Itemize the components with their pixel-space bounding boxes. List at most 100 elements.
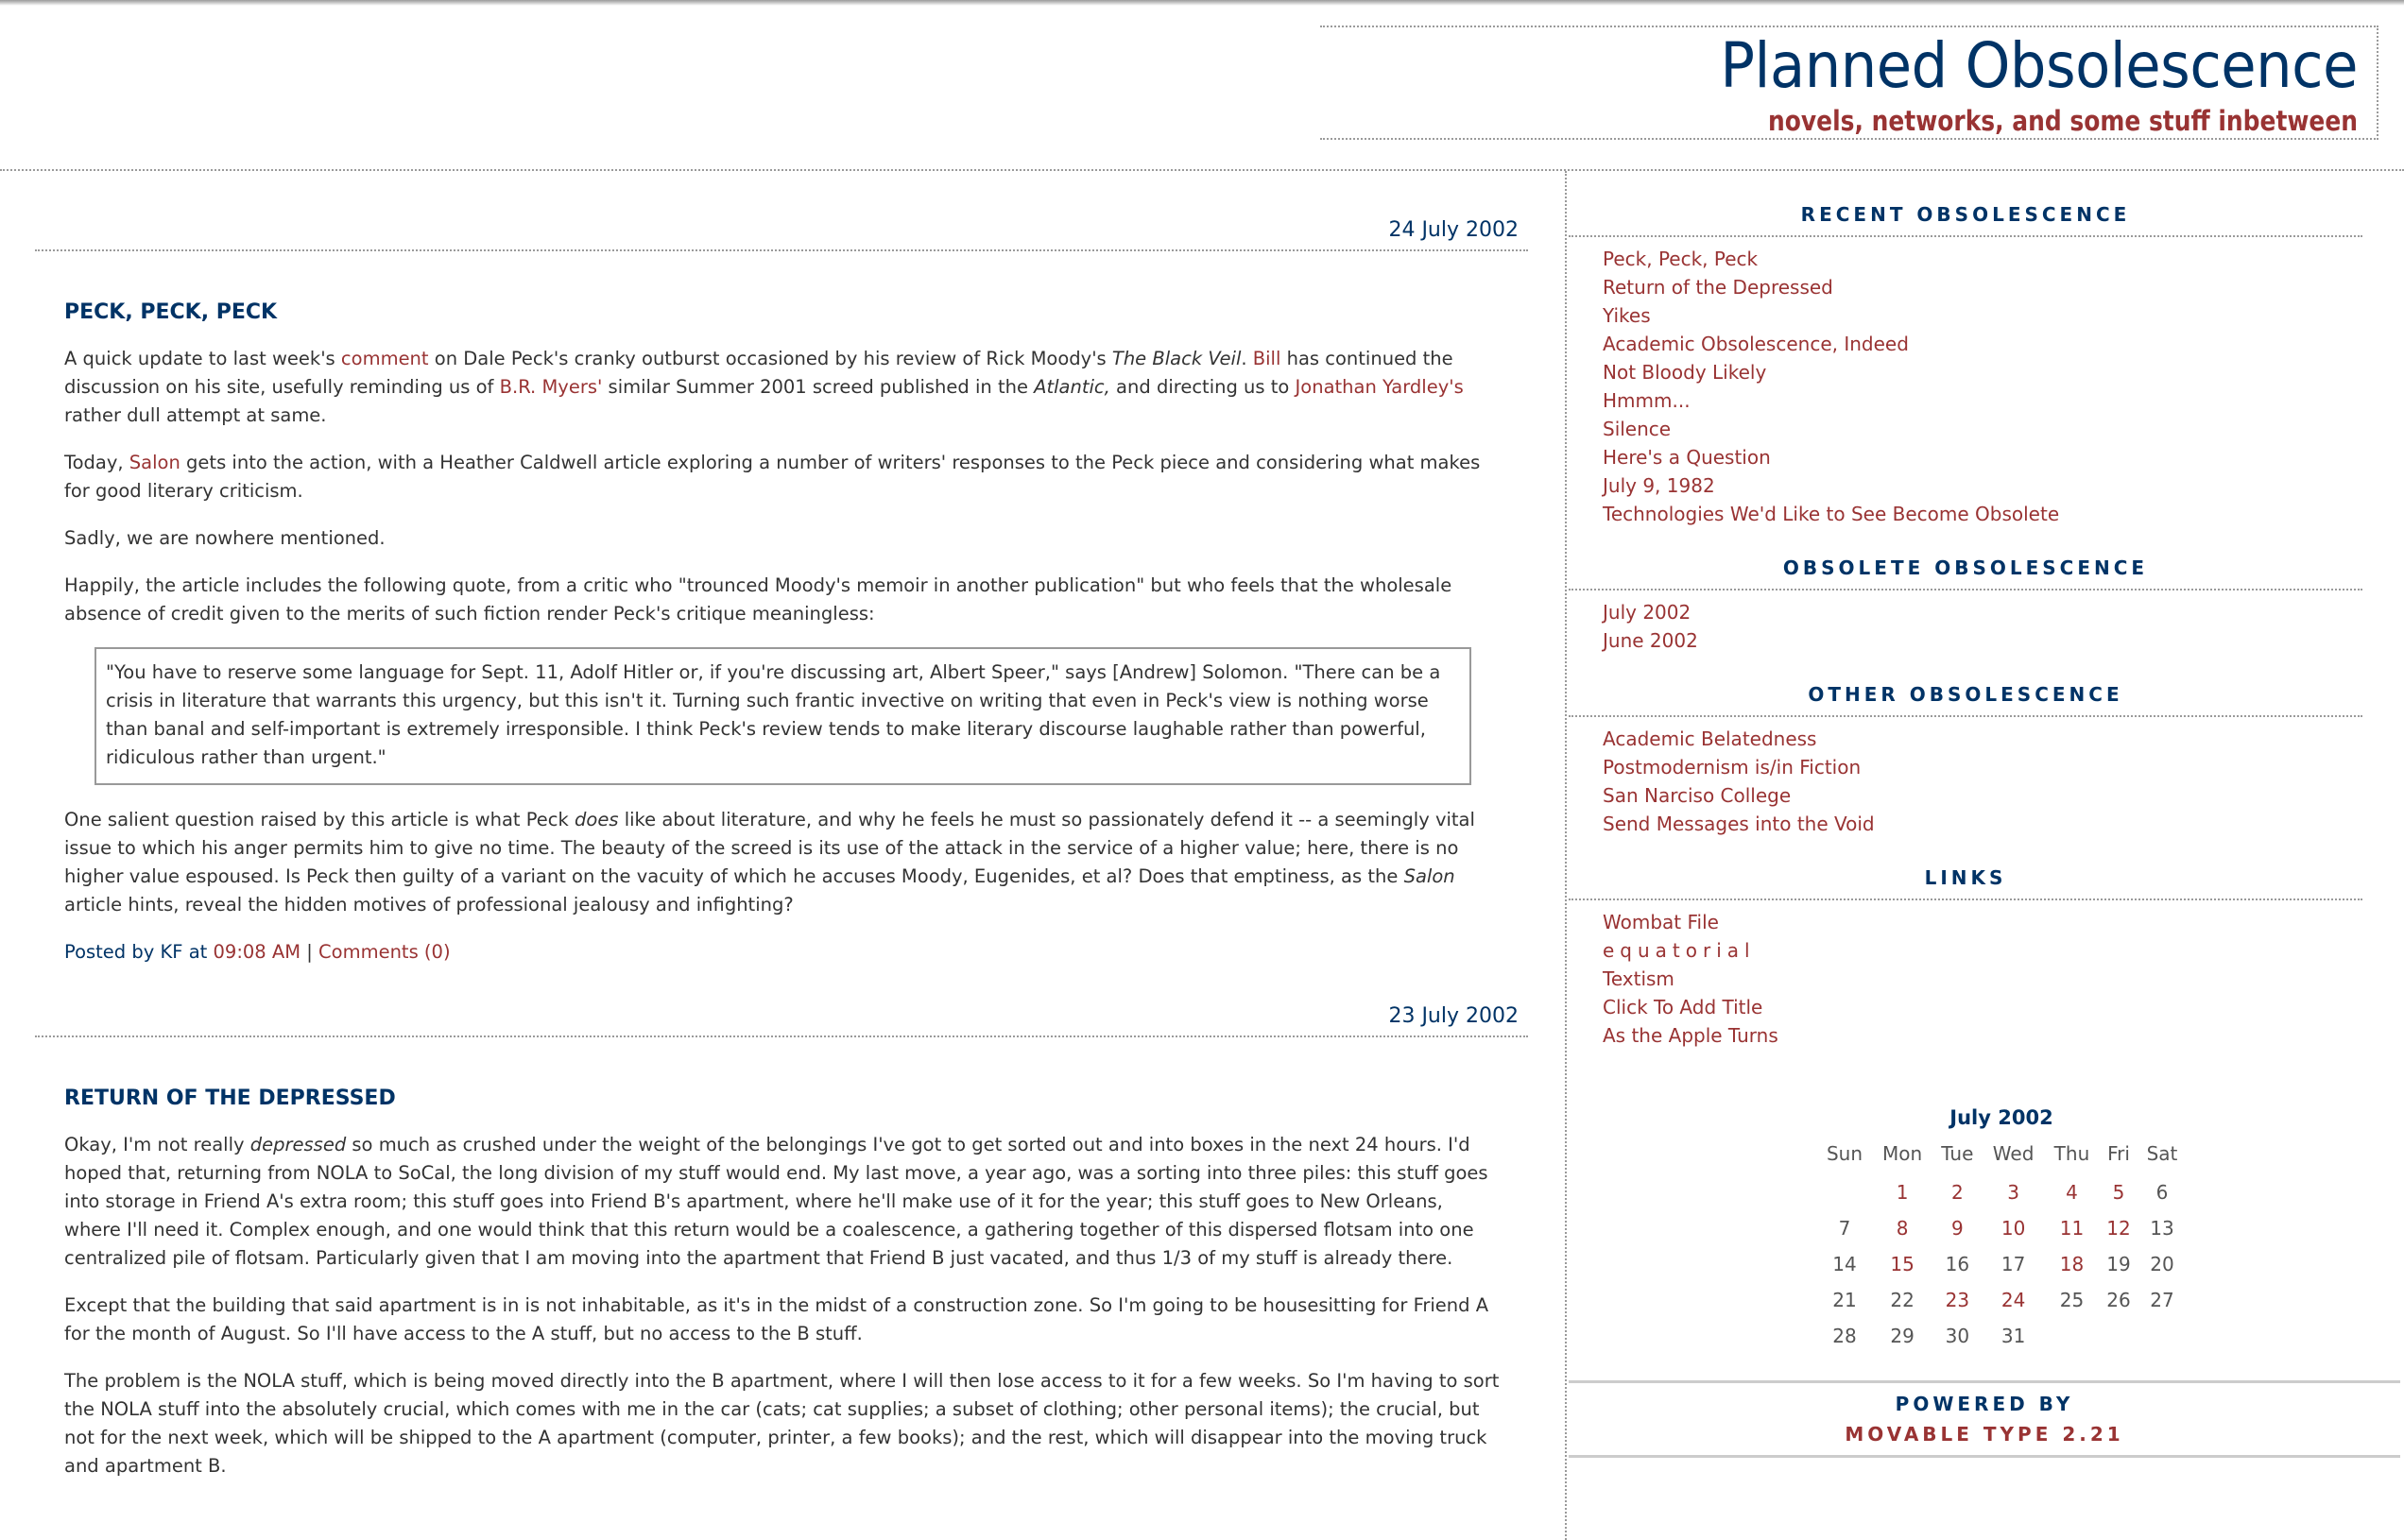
calendar-day-link[interactable]: 5 (2099, 1174, 2138, 1210)
calendar-day-link[interactable]: 18 (2045, 1246, 2099, 1282)
calendar-empty-cell (2138, 1318, 2186, 1354)
list-item: Academic Belatedness (1603, 725, 2362, 753)
calendar-table: Sun Mon Tue Wed Thu Fri Sat 1 2 3 4 5 6 7 8 9 10 11 12 13 1… (1817, 1138, 2186, 1354)
calendar-week: 7 8 9 10 11 12 13 (1817, 1210, 2186, 1246)
quote-text: "You have to reserve some language for S… (106, 661, 1441, 768)
recent-entry-link[interactable]: Academic Obsolescence, Indeed (1603, 333, 1909, 355)
calendar-day: 25 (2059, 1289, 2085, 1311)
calendar-week: 28 29 30 31 (1817, 1318, 2186, 1354)
calendar-weekday: Wed (1992, 1142, 2035, 1165)
recent-entry-link[interactable]: Hmmm... (1603, 389, 1691, 412)
date-header: 24 July 2002 (35, 171, 1528, 251)
recent-entry-link[interactable]: Here's a Question (1603, 446, 1771, 469)
emphasis: does (575, 809, 619, 830)
calendar-day-link[interactable]: 24 (1982, 1282, 2044, 1318)
movable-type-link[interactable]: MOVABLE TYPE 2.21 (1569, 1423, 2400, 1446)
permalink-time[interactable]: 09:08 AM (214, 941, 301, 963)
calendar-empty-cell (2045, 1318, 2099, 1354)
post-paragraph: Happily, the article includes the follow… (64, 574, 1452, 625)
blogroll-link[interactable]: Textism (1603, 967, 1674, 990)
calendar-day: 29 (1890, 1325, 1915, 1347)
list-item: Hmmm... (1603, 386, 2362, 415)
post-paragraph: The problem is the NOLA stuff, which is … (64, 1370, 1500, 1477)
calendar-day: 19 (2106, 1253, 2131, 1275)
recent-entry-link[interactable]: Peck, Peck, Peck (1603, 248, 1758, 270)
list-item: Click To Add Title (1603, 993, 2362, 1021)
sidebar-heading-other: OTHER OBSOLESCENCE (1569, 683, 2362, 717)
list-item: July 9, 1982 (1603, 471, 2362, 500)
other-link[interactable]: Academic Belatedness (1603, 727, 1816, 750)
window-top-shadow (0, 0, 2404, 6)
calendar-day: 6 (2155, 1181, 2169, 1204)
calendar-week: 14 15 16 17 18 19 20 (1817, 1246, 2186, 1282)
bill-link[interactable]: Bill (1253, 348, 1281, 369)
other-list: Academic Belatedness Postmodernism is/in … (1569, 725, 2362, 838)
list-item: Send Messages into the Void (1603, 810, 2362, 838)
list-item: equatorial (1603, 936, 2362, 965)
text: Okay, I'm not really (64, 1134, 250, 1155)
calendar: July 2002 Sun Mon Tue Wed Thu Fri Sat 12345678… (1817, 1106, 2186, 1354)
emphasis: depressed (249, 1134, 347, 1155)
book-title: The Black Veil (1111, 348, 1242, 369)
recent-entry-link[interactable]: July 9, 1982 (1603, 474, 1715, 497)
text: Today, (64, 452, 129, 473)
site-banner: Planned Obsolescence novels, networks, a… (1320, 26, 2378, 140)
calendar-day: 13 (2150, 1217, 2174, 1240)
list-item: June 2002 (1603, 626, 2362, 655)
calendar-day-link[interactable]: 15 (1872, 1246, 1932, 1282)
archive-link[interactable]: July 2002 (1603, 601, 1691, 624)
site-title[interactable]: Planned Obsolescence (1403, 35, 2358, 97)
post-paragraph: Okay, I'm not really depressed so much a… (64, 1131, 1500, 1273)
post-paragraph: Today, Salon gets into the action, with … (64, 449, 1500, 505)
jonathan-yardley-link[interactable]: Jonathan Yardley's (1296, 376, 1464, 398)
calendar-day-link[interactable]: 9 (1932, 1210, 1982, 1246)
comments-link[interactable]: Comments (0) (318, 941, 451, 963)
posted-by: Posted by KF at (64, 941, 214, 963)
salon-link[interactable]: Salon (129, 452, 180, 473)
br-myers-link[interactable]: B.R. Myers' (500, 376, 603, 398)
calendar-day-link[interactable]: 23 (1932, 1282, 1982, 1318)
calendar-day: 7 (1838, 1217, 1851, 1240)
recent-entry-link[interactable]: Silence (1603, 418, 1671, 440)
calendar-day-link[interactable]: 12 (2099, 1210, 2138, 1246)
list-item: Textism (1603, 965, 2362, 993)
calendar-day-link[interactable]: 8 (1872, 1210, 1932, 1246)
archive-link[interactable]: June 2002 (1603, 629, 1698, 652)
blogroll-link[interactable]: Click To Add Title (1603, 996, 1762, 1018)
recent-entry-link[interactable]: Technologies We'd Like to See Become Obs… (1603, 503, 2059, 525)
date-header: 23 July 2002 (35, 967, 1528, 1037)
calendar-title: July 2002 (1949, 1106, 2053, 1129)
list-item: As the Apple Turns (1603, 1021, 2362, 1050)
calendar-day-link[interactable]: 4 (2045, 1174, 2099, 1210)
other-link[interactable]: San Narciso College (1603, 784, 1791, 807)
calendar-day: 30 (1945, 1325, 1970, 1347)
site-tagline: novels, networks, and some stuff inbetwe… (1768, 105, 2358, 137)
calendar-day: 20 (2150, 1253, 2174, 1275)
recent-entries-list: Peck, Peck, Peck Return of the Depressed Y… (1569, 245, 2362, 528)
powered-by-label: POWERED BY (1895, 1393, 2074, 1415)
calendar-day-link[interactable]: 3 (1982, 1174, 2044, 1210)
recent-entry-link[interactable]: Not Bloody Likely (1603, 361, 1766, 384)
recent-entry-link[interactable]: Return of the Depressed (1603, 276, 1833, 299)
post-title: RETURN OF THE DEPRESSED (64, 1087, 396, 1110)
calendar-weekday: Sun (1826, 1142, 1863, 1165)
other-link[interactable]: Postmodernism is/in Fiction (1603, 756, 1861, 779)
post-title: PECK, PECK, PECK (64, 300, 278, 324)
links-list: Wombat File equatorial Textism Click To Add… (1569, 908, 2362, 1050)
calendar-day-link[interactable]: 1 (1872, 1174, 1932, 1210)
comment-link[interactable]: comment (341, 348, 429, 369)
calendar-day: 21 (1832, 1289, 1857, 1311)
post-paragraph: Except that the building that said apart… (64, 1294, 1489, 1344)
publication-name: Salon (1403, 865, 1455, 887)
powered-by: POWERED BY MOVABLE TYPE 2.21 (1569, 1380, 2400, 1458)
list-item: Technologies We'd Like to See Become Obs… (1603, 500, 2362, 528)
other-link[interactable]: Send Messages into the Void (1603, 813, 1875, 835)
list-item: July 2002 (1603, 598, 2362, 626)
calendar-day-link[interactable]: 10 (1982, 1210, 2044, 1246)
recent-entry-link[interactable]: Yikes (1603, 304, 1651, 327)
calendar-day-link[interactable]: 2 (1932, 1174, 1982, 1210)
blogroll-link[interactable]: equatorial (1603, 939, 1756, 962)
blogroll-link[interactable]: Wombat File (1603, 911, 1719, 933)
calendar-day-link[interactable]: 11 (2045, 1210, 2099, 1246)
blogroll-link[interactable]: As the Apple Turns (1603, 1024, 1778, 1047)
